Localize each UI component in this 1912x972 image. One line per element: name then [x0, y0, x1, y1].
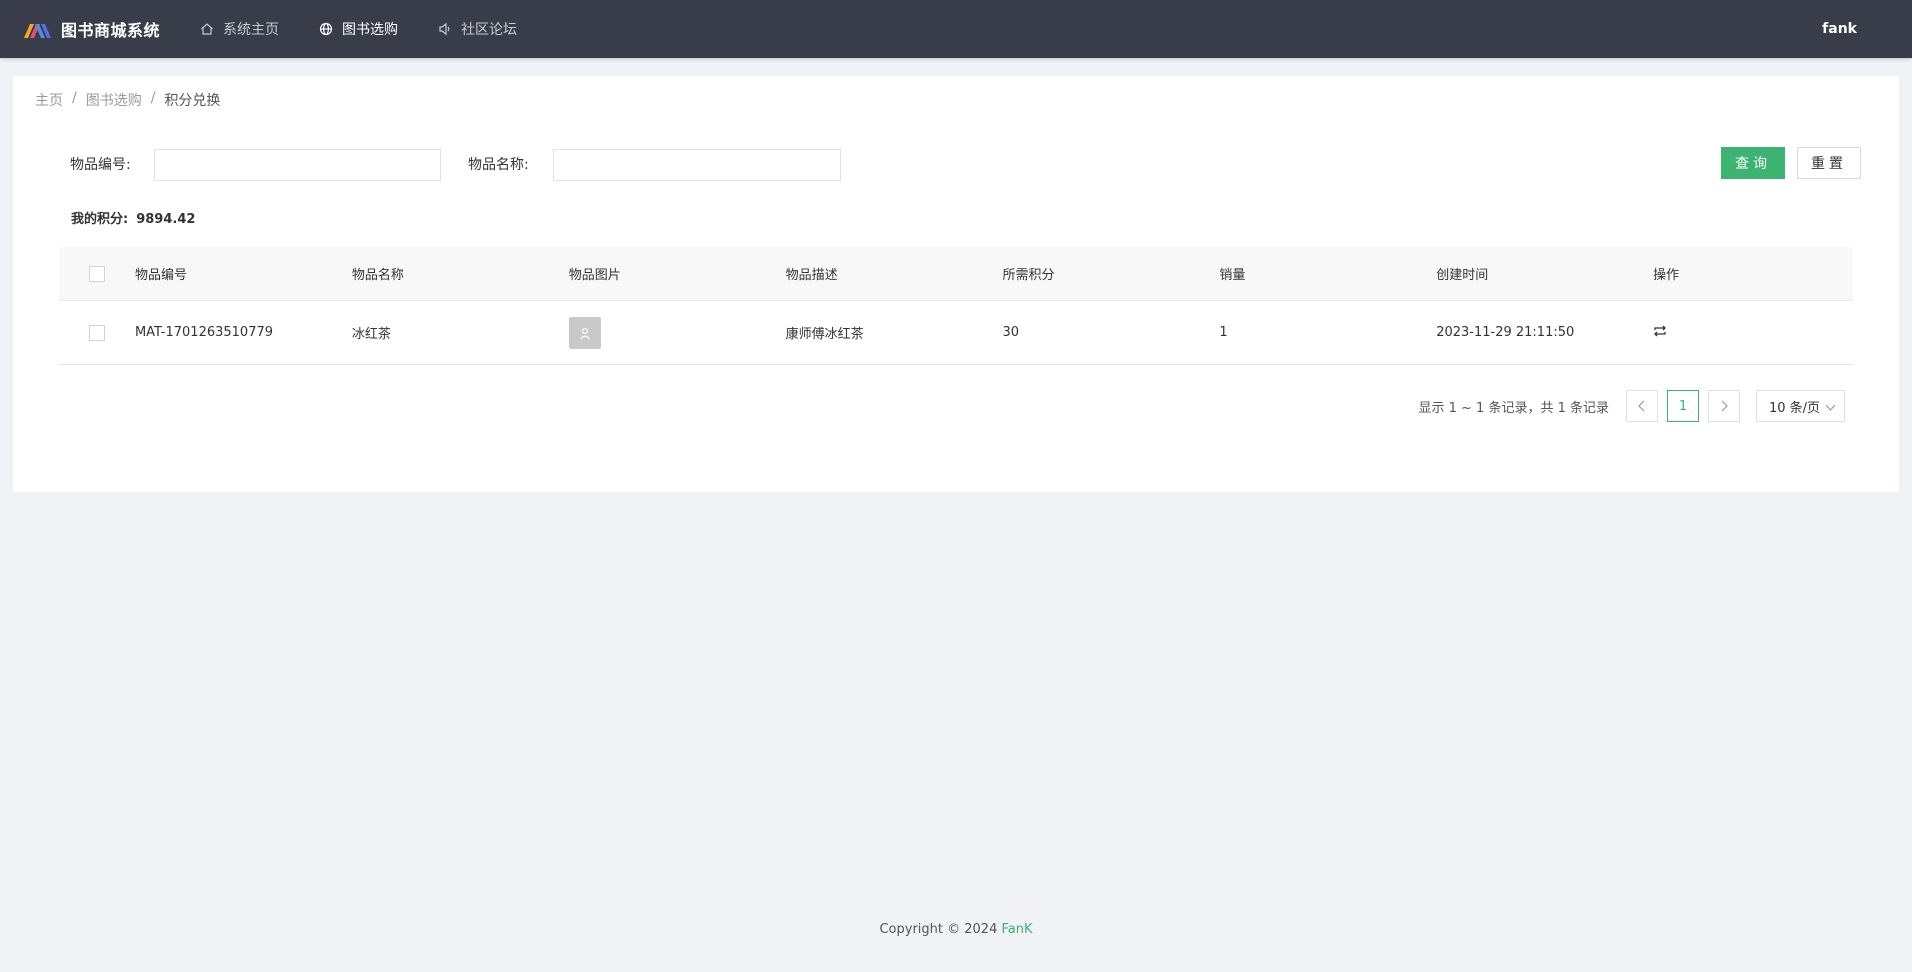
copyright-text: Copyright © 2024 — [879, 922, 998, 937]
my-points: 我的积分: 9894.42 — [71, 208, 195, 227]
row-check-cell — [59, 324, 135, 341]
header-points: 所需积分 — [1002, 268, 1055, 283]
exchange-icon[interactable] — [1653, 324, 1667, 338]
header-image: 物品图片 — [568, 268, 621, 283]
items-table: 物品编号 物品名称 物品图片 物品描述 所需积分 销量 创建时间 操作 MAT-… — [59, 247, 1853, 365]
logo-icon — [24, 24, 51, 38]
query-button[interactable]: 查询 — [1721, 147, 1785, 179]
speaker-icon — [439, 22, 450, 36]
app-title: 图书商城系统 — [61, 21, 161, 40]
nav-item-forum[interactable]: 社区论坛 — [418, 0, 537, 58]
breadcrumb-current: 积分兑换 — [164, 93, 221, 109]
breadcrumb-separator: / — [72, 90, 77, 106]
nav-label-forum: 社区论坛 — [461, 22, 518, 38]
nav-label-books: 图书选购 — [342, 22, 399, 38]
breadcrumb-separator: / — [150, 90, 156, 106]
cell-sales: 1 — [1219, 325, 1228, 340]
cell-points: 30 — [1002, 325, 1019, 340]
select-all-checkbox[interactable] — [88, 265, 105, 282]
page-size-value: 10 条/页 — [1769, 400, 1821, 416]
chevron-right-icon — [1721, 400, 1728, 412]
chevron-left-icon — [1638, 400, 1645, 412]
nav-item-books[interactable]: 图书选购 — [299, 0, 418, 58]
breadcrumb: 主页 / 图书选购 / 积分兑换 — [35, 90, 220, 110]
reset-button[interactable]: 重置 — [1797, 147, 1861, 179]
code-label: 物品编号: — [70, 157, 131, 173]
points-label: 我的积分: — [71, 212, 129, 227]
cell-action — [1653, 324, 1853, 342]
header-action: 操作 — [1653, 268, 1680, 283]
name-input[interactable] — [553, 149, 841, 181]
footer-brand-link[interactable]: FanK — [1002, 922, 1033, 937]
name-label: 物品名称: — [468, 157, 529, 173]
cell-description: 康师傅冰红茶 — [785, 327, 864, 342]
top-navbar: 图书商城系统 系统主页 图书选购 社区论坛 fank — [0, 0, 1912, 58]
footer: Copyright © 2024 FanK — [0, 922, 1912, 937]
pagination: 显示 1 ~ 1 条记录，共 1 条记录 1 10 条/页 — [1418, 389, 1845, 423]
breadcrumb-section[interactable]: 图书选购 — [86, 90, 142, 110]
header-sales: 销量 — [1219, 268, 1246, 283]
points-value: 9894.42 — [136, 212, 196, 227]
code-input[interactable] — [154, 149, 441, 181]
cell-code: MAT-1701263510779 — [134, 325, 274, 340]
page-size-select[interactable]: 10 条/页 — [1756, 390, 1845, 422]
cell-name: 冰红茶 — [351, 327, 391, 342]
page-number-button[interactable]: 1 — [1667, 390, 1699, 422]
table-header: 物品编号 物品名称 物品图片 物品描述 所需积分 销量 创建时间 操作 — [59, 247, 1853, 301]
row-checkbox[interactable] — [88, 324, 105, 341]
logo[interactable]: 图书商城系统 — [24, 0, 160, 58]
user-placeholder-icon — [579, 327, 590, 339]
item-thumbnail[interactable] — [568, 316, 601, 349]
prev-page-button[interactable] — [1626, 390, 1658, 422]
header-name: 物品名称 — [351, 268, 404, 283]
nav-item-home[interactable]: 系统主页 — [180, 0, 299, 58]
cell-created: 2023-11-29 21:11:50 — [1436, 325, 1575, 340]
pagination-info: 显示 1 ~ 1 条记录，共 1 条记录 — [1418, 400, 1610, 416]
main-nav: 系统主页 图书选购 社区论坛 — [180, 0, 537, 58]
header-created: 创建时间 — [1436, 268, 1489, 283]
header-code: 物品编号 — [134, 268, 187, 283]
user-menu[interactable]: fank — [1822, 0, 1857, 58]
globe-icon — [319, 22, 333, 36]
header-check-cell — [59, 265, 135, 282]
chevron-down-icon — [1825, 404, 1836, 411]
next-page-button[interactable] — [1708, 390, 1740, 422]
nav-label-home: 系统主页 — [223, 22, 280, 38]
table-row: MAT-1701263510779 冰红茶 康师傅冰红茶 30 1 2023-1… — [59, 301, 1853, 365]
breadcrumb-home[interactable]: 主页 — [35, 90, 63, 110]
header-description: 物品描述 — [785, 268, 838, 283]
main-panel: 主页 / 图书选购 / 积分兑换 物品编号: 物品名称: 查询 重置 我的积分:… — [13, 76, 1899, 492]
home-icon — [201, 23, 213, 35]
cell-image — [568, 316, 786, 349]
